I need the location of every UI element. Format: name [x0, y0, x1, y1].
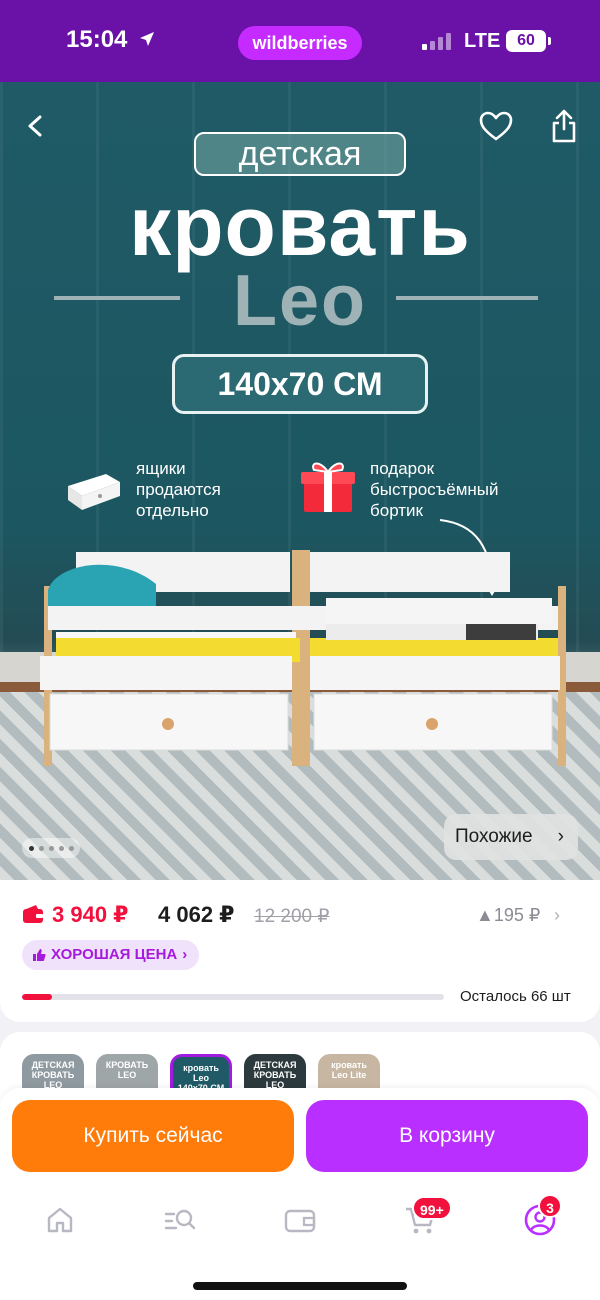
battery-indicator: 60 — [506, 30, 551, 52]
tab-catalog[interactable] — [160, 1200, 200, 1240]
profile-badge: 3 — [538, 1194, 562, 1218]
similar-button-label: Похожие — [455, 826, 533, 847]
hero-label: детская — [194, 132, 406, 176]
note-drawers-line: продаются — [136, 480, 221, 499]
variant-thumbnail-text: ДЕТСКАЯ — [253, 1060, 297, 1070]
note-gift: подарок быстросъёмный бортик — [370, 458, 499, 521]
heart-icon — [479, 111, 513, 141]
location-arrow-icon — [138, 30, 156, 53]
old-price: 12 200 ₽ — [254, 906, 330, 927]
similar-button[interactable]: Похожие › — [444, 814, 578, 860]
cart-badge: 99+ — [412, 1196, 452, 1220]
note-drawers-line: ящики — [136, 459, 186, 478]
status-bar: 15:04 wildberries LTE 60 — [0, 0, 600, 82]
home-icon — [47, 1207, 73, 1233]
share-icon — [552, 109, 576, 143]
stock-remaining: Осталось 66 шт — [460, 988, 571, 1005]
bed-illustration — [40, 550, 566, 766]
home-indicator — [193, 1282, 407, 1290]
variant-thumbnail-text: кровать — [331, 1060, 367, 1070]
catalog-search-icon — [164, 1209, 196, 1230]
brand-pill[interactable]: wildberries — [238, 26, 362, 60]
drawer-icon — [66, 472, 122, 517]
note-gift-line: быстросъёмный — [370, 480, 499, 499]
product-image-gallery[interactable]: детская кровать Leo 140х70 СМ ящики прод… — [0, 82, 600, 880]
share-button[interactable] — [544, 106, 584, 146]
chevron-right-icon: › — [182, 946, 188, 963]
carousel-dot[interactable] — [48, 845, 54, 851]
price-change[interactable]: ▲195 ₽ — [476, 905, 540, 926]
carousel-dot[interactable] — [28, 845, 34, 851]
variant-thumbnail-text: КРОВАТЬ — [105, 1060, 149, 1070]
bottom-panel: Купить сейчас В корзину 99+ 3 — [0, 1088, 600, 1300]
variant-thumbnail-text: LEO — [117, 1070, 137, 1080]
buy-now-button[interactable]: Купить сейчас — [12, 1100, 294, 1172]
variant-thumbnail-text: КРОВАТЬ — [31, 1070, 75, 1080]
good-price-badge[interactable]: ХОРОШАЯ ЦЕНА › — [22, 940, 200, 970]
carousel-dot[interactable] — [68, 845, 74, 851]
variant-thumbnail-text: Leo Lite — [331, 1070, 367, 1080]
stock-progress-fill — [22, 994, 52, 1000]
carousel-indicator — [22, 838, 80, 858]
chevron-right-icon: › — [557, 826, 564, 847]
stock-progress-bar — [22, 994, 444, 1000]
variant-thumbnail-text: КРОВАТЬ — [253, 1070, 297, 1080]
note-gift-line: подарок — [370, 459, 435, 478]
wallet-icon — [22, 904, 44, 929]
variant-thumbnail-text: кровать — [183, 1063, 219, 1073]
wallet-price: 3 940 ₽ — [52, 902, 129, 927]
favorite-button[interactable] — [476, 106, 516, 146]
status-time: 15:04 — [66, 26, 128, 53]
tab-home[interactable] — [40, 1200, 80, 1240]
back-button[interactable] — [16, 106, 56, 146]
note-drawers: ящики продаются отдельно — [136, 458, 221, 521]
signal-icon — [422, 32, 451, 50]
carousel-dot[interactable] — [58, 845, 64, 851]
price-card: 3 940 ₽ 4 062 ₽ 12 200 ₽ ▲195 ₽ › ХОРОША… — [0, 880, 600, 1022]
gift-icon — [298, 456, 358, 521]
hero-model: Leo — [232, 261, 367, 341]
variant-thumbnail-text: ДЕТСКАЯ — [31, 1060, 75, 1070]
network-type: LTE — [464, 30, 501, 52]
thumbs-up-icon — [33, 949, 46, 961]
note-drawers-line: отдельно — [136, 501, 209, 520]
good-price-label: ХОРОШАЯ ЦЕНА — [51, 946, 178, 963]
chevron-right-icon[interactable]: › — [554, 905, 560, 926]
add-to-cart-button[interactable]: В корзину — [306, 1100, 588, 1172]
carousel-dot[interactable] — [38, 845, 44, 851]
hero-size: 140х70 СМ — [172, 354, 428, 414]
chevron-left-icon — [28, 115, 42, 137]
current-price: 4 062 ₽ — [158, 902, 235, 927]
variant-thumbnail-text: Leo — [192, 1073, 209, 1083]
wallet-icon — [284, 1209, 316, 1233]
tab-wallet[interactable] — [280, 1200, 320, 1240]
